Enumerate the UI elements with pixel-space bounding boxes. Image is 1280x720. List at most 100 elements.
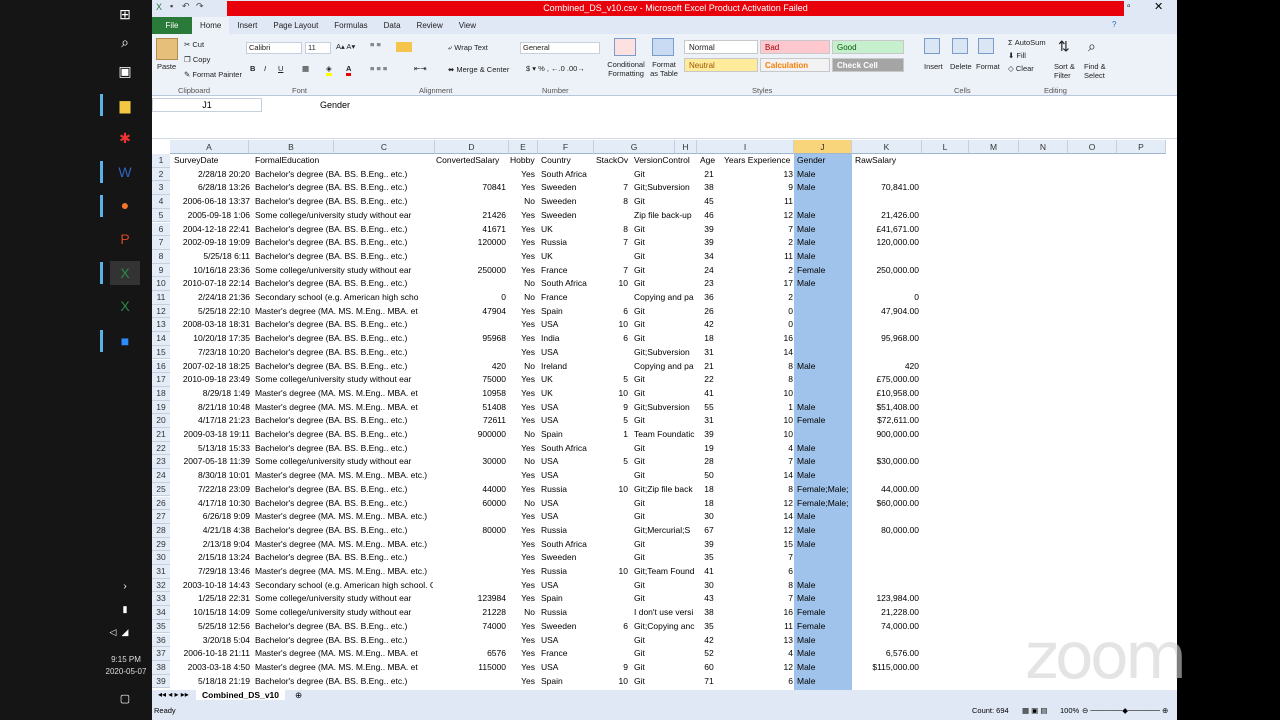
style-good[interactable]: Good (832, 40, 904, 54)
table-cell[interactable]: 10 (594, 387, 630, 401)
table-cell[interactable]: Male (795, 223, 851, 237)
table-cell[interactable]: Male (795, 524, 851, 538)
table-cell[interactable]: 50 (698, 469, 720, 483)
table-cell[interactable]: Yes (508, 634, 537, 648)
table-cell[interactable]: France (539, 291, 595, 305)
table-cell[interactable]: 38 (698, 181, 720, 195)
row-header[interactable]: 21 (152, 428, 170, 442)
table-cell[interactable]: 16 (722, 606, 795, 620)
style-check-cell[interactable]: Check Cell (832, 58, 904, 72)
table-cell[interactable]: Git;Copying anc (632, 620, 698, 634)
name-box[interactable]: J1 (152, 98, 262, 112)
table-cell[interactable]: 21426 (434, 209, 508, 223)
table-cell[interactable]: 41 (698, 387, 720, 401)
table-cell[interactable]: Yes (508, 250, 537, 264)
table-cell[interactable]: Russia (539, 483, 595, 497)
zoom-icon[interactable]: ■ (110, 329, 140, 353)
table-cell[interactable]: Yes (508, 675, 537, 689)
undo-icon[interactable]: ↶ (182, 1, 190, 12)
header-cell[interactable]: FormalEducation (253, 154, 433, 168)
table-cell[interactable]: Spain (539, 428, 595, 442)
table-cell[interactable]: 31 (698, 346, 720, 360)
table-cell[interactable]: USA (539, 634, 595, 648)
table-cell[interactable]: South Africa (539, 538, 595, 552)
table-cell[interactable]: 7 (722, 455, 795, 469)
table-cell[interactable]: 39 (698, 428, 720, 442)
row-header[interactable]: 36 (152, 633, 170, 648)
table-cell[interactable]: Yes (508, 305, 537, 319)
table-cell[interactable]: Yes (508, 209, 537, 223)
borders-icon[interactable]: ▦ (302, 64, 309, 73)
table-cell[interactable]: France (539, 647, 595, 661)
row-header[interactable]: 27 (152, 510, 170, 524)
table-cell[interactable]: 5 (594, 414, 630, 428)
table-cell[interactable]: 6/26/18 9:09 (172, 510, 252, 524)
table-cell[interactable]: Git (632, 455, 698, 469)
table-cell[interactable]: Git (632, 647, 698, 661)
table-cell[interactable]: No (508, 291, 537, 305)
table-cell[interactable]: 2/13/18 9:04 (172, 538, 252, 552)
table-cell[interactable]: 34 (698, 250, 720, 264)
table-cell[interactable]: Git (632, 332, 698, 346)
table-cell[interactable]: Bachelor's degree (BA. BS. B.Eng.. etc.) (253, 634, 433, 648)
insert-cells-button[interactable]: Insert (924, 62, 943, 71)
table-cell[interactable]: 2/24/18 21:36 (172, 291, 252, 305)
table-cell[interactable]: Copying and pa (632, 360, 698, 374)
table-cell[interactable]: Bachelor's degree (BA. BS. B.Eng.. etc.) (253, 332, 433, 346)
table-cell[interactable]: 42 (698, 318, 720, 332)
column-header-g[interactable]: G (594, 140, 675, 154)
table-cell[interactable]: Male (795, 250, 851, 264)
table-cell[interactable]: 2/28/18 20:20 (172, 168, 252, 182)
table-cell[interactable]: 2007-05-18 11:39 (172, 455, 252, 469)
table-cell[interactable]: Female;Male; (795, 483, 851, 497)
table-cell[interactable]: 2010-09-18 23:49 (172, 373, 252, 387)
table-cell[interactable]: 5/18/18 21:19 (172, 675, 252, 689)
table-cell[interactable]: Git (632, 387, 698, 401)
table-cell[interactable]: 5 (594, 373, 630, 387)
row-header[interactable]: 28 (152, 523, 170, 538)
table-cell[interactable]: 52 (698, 647, 720, 661)
table-cell[interactable]: Male (795, 209, 851, 223)
row-header[interactable]: 18 (152, 386, 170, 401)
row-header[interactable]: 7 (152, 236, 170, 250)
row-header[interactable]: 30 (152, 551, 170, 565)
table-cell[interactable]: Sweeden (539, 195, 595, 209)
fill-button[interactable]: ⬇ Fill (1008, 51, 1026, 60)
table-cell[interactable]: 7/23/18 10:20 (172, 346, 252, 360)
row-header[interactable]: 37 (152, 647, 170, 661)
table-cell[interactable]: Git;Zip file back (632, 483, 698, 497)
format-as-table-button[interactable]: Format as Table (648, 60, 680, 78)
table-cell[interactable]: 72611 (434, 414, 508, 428)
paste-icon[interactable] (156, 38, 178, 60)
table-cell[interactable]: 5/13/18 15:33 (172, 442, 252, 456)
table-cell[interactable]: Bachelor's degree (BA. BS. B.Eng.. etc.) (253, 236, 433, 250)
table-cell[interactable]: Yes (508, 414, 537, 428)
table-cell[interactable]: 250,000.00 (853, 264, 921, 278)
insert-cells-icon[interactable] (924, 38, 940, 54)
table-cell[interactable]: Bachelor's degree (BA. BS. B.Eng.. etc.) (253, 250, 433, 264)
table-cell[interactable]: 7 (722, 592, 795, 606)
fill-color-icon[interactable]: ◈ (326, 64, 332, 76)
table-cell[interactable]: 8 (722, 483, 795, 497)
table-cell[interactable]: Sweeden (539, 620, 595, 634)
column-header-n[interactable]: N (1019, 140, 1068, 154)
table-cell[interactable]: Yes (508, 469, 537, 483)
table-cell[interactable]: Bachelor's degree (BA. BS. B.Eng.. etc.) (253, 181, 433, 195)
table-cell[interactable]: 55 (698, 401, 720, 415)
row-header[interactable]: 1 (152, 154, 170, 168)
table-cell[interactable]: Copying and pa (632, 291, 698, 305)
table-cell[interactable]: Master's degree (MA. MS. M.Eng.. MBA. et… (253, 510, 433, 524)
table-cell[interactable]: 7 (594, 236, 630, 250)
table-cell[interactable]: Git;Subversion (632, 401, 698, 415)
table-cell[interactable]: Git (632, 277, 698, 291)
table-cell[interactable]: 7/22/18 23:09 (172, 483, 252, 497)
formula-input[interactable]: Gender (320, 98, 350, 112)
table-cell[interactable]: 35 (698, 620, 720, 634)
table-cell[interactable]: No (508, 277, 537, 291)
table-cell[interactable]: 0 (722, 318, 795, 332)
underline-button[interactable]: U (278, 64, 283, 73)
save-icon[interactable]: ▪ (170, 1, 173, 11)
table-cell[interactable]: Yes (508, 387, 537, 401)
table-cell[interactable]: 36 (698, 291, 720, 305)
row-header[interactable]: 22 (152, 441, 170, 456)
